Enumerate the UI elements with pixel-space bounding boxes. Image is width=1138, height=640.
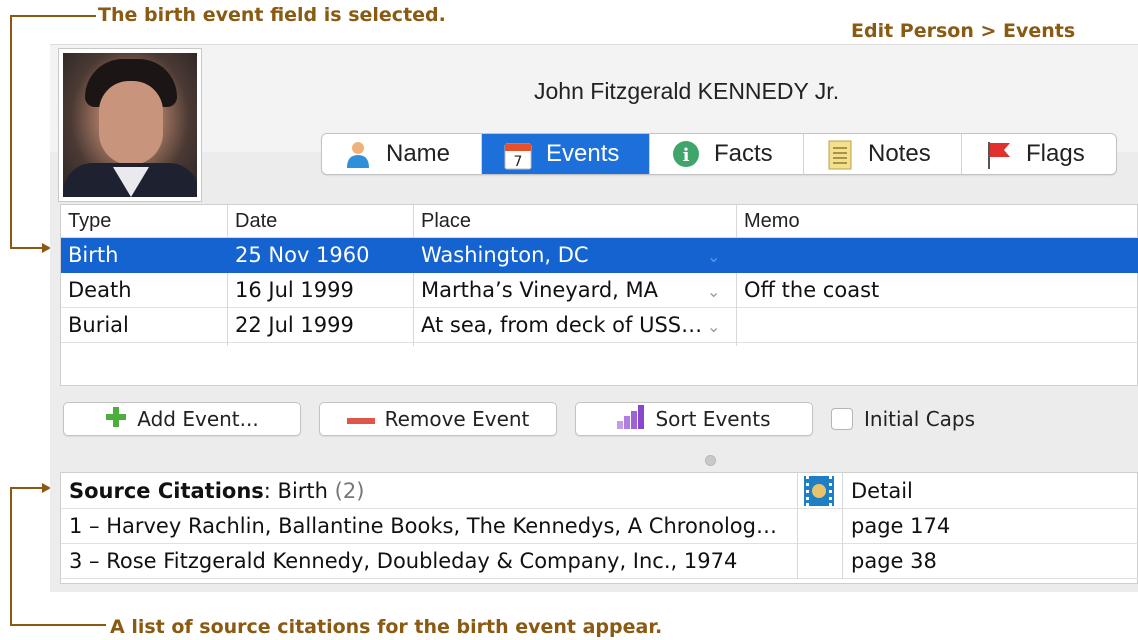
portrait-image	[63, 53, 197, 197]
person-photo[interactable]	[58, 48, 202, 202]
remove-event-label: Remove Event	[384, 407, 530, 431]
flag-icon	[984, 140, 1012, 169]
citations-count: (2)	[334, 479, 365, 503]
calendar-icon: 7	[504, 140, 532, 170]
citations-header: Source Citations: Birth (2) Detail	[61, 473, 1138, 509]
event-place[interactable]: Washington, DC	[414, 238, 704, 273]
event-memo[interactable]: Off the coast	[737, 273, 1138, 308]
tab-facts[interactable]: i Facts	[650, 134, 804, 174]
citation-detail[interactable]: page 174	[843, 508, 1138, 544]
annotation-leader	[10, 624, 106, 626]
tab-events-label: Events	[546, 140, 620, 167]
svg-text:i: i	[683, 145, 690, 166]
event-date[interactable]: 25 Nov 1960	[228, 238, 414, 273]
add-event-label: Add Event...	[137, 407, 259, 431]
notes-icon	[826, 140, 854, 170]
tab-bar: Name 7 Events i Facts Notes Flags	[321, 133, 1117, 175]
citation-row[interactable]: 1 – Harvey Rachlin, Ballantine Books, Th…	[61, 508, 1138, 544]
remove-event-button[interactable]: Remove Event	[319, 402, 557, 436]
citation-text: 1 – Harvey Rachlin, Ballantine Books, Th…	[69, 514, 777, 538]
event-memo[interactable]	[737, 238, 1138, 273]
citation-row[interactable]: 3 – Rose Fitzgerald Kennedy, Doubleday &…	[61, 543, 1138, 579]
annotation-leader	[10, 487, 12, 625]
chevron-down-icon[interactable]: ⌄	[707, 317, 720, 336]
event-memo[interactable]	[737, 308, 1138, 343]
tab-flags[interactable]: Flags	[962, 134, 1116, 174]
tab-notes-label: Notes	[868, 140, 931, 167]
annotation-top: The birth event field is selected.	[98, 4, 446, 26]
citation-detail[interactable]: page 38	[843, 543, 1138, 579]
column-divider	[736, 273, 737, 346]
column-header-memo[interactable]: Memo	[737, 205, 1138, 238]
event-date[interactable]: 16 Jul 1999	[228, 273, 414, 308]
citations-title-bold: Source Citations	[69, 479, 264, 503]
event-place[interactable]: Martha’s Vineyard, MA	[414, 273, 704, 308]
annotation-leader	[10, 15, 96, 17]
event-type: Death	[68, 278, 132, 302]
event-row-birth[interactable]: Birth 25 Nov 1960 Washington, DC ⌄	[61, 238, 1138, 273]
event-place[interactable]: At sea, from deck of USS…	[414, 308, 704, 343]
annotation-leader	[10, 487, 44, 489]
column-header-type[interactable]: Type	[61, 205, 228, 238]
annotation-leader	[10, 15, 12, 248]
media-icon[interactable]	[804, 476, 834, 506]
column-divider	[842, 473, 843, 579]
info-icon: i	[672, 140, 700, 168]
annotation-breadcrumb: Edit Person > Events	[851, 20, 1076, 42]
citation-text: 3 – Rose Fitzgerald Kennedy, Doubleday &…	[69, 549, 738, 573]
citations-title: Source Citations: Birth (2)	[61, 473, 798, 509]
person-icon	[344, 140, 372, 168]
tab-facts-label: Facts	[714, 140, 773, 167]
tab-flags-label: Flags	[1026, 140, 1085, 167]
initial-caps-label[interactable]: Initial Caps	[864, 407, 975, 431]
event-date[interactable]: 22 Jul 1999	[228, 308, 414, 343]
sort-events-label: Sort Events	[655, 407, 771, 431]
column-header-place[interactable]: Place	[414, 205, 737, 238]
column-divider	[413, 273, 414, 346]
split-view-handle[interactable]	[705, 455, 716, 466]
source-citations-table: Source Citations: Birth (2) Detail 1 – H…	[60, 472, 1138, 584]
sort-events-button[interactable]: Sort Events	[575, 402, 813, 436]
column-divider	[797, 473, 798, 579]
column-divider	[227, 273, 228, 346]
svg-text:7: 7	[514, 154, 523, 170]
event-row-death[interactable]: Death 16 Jul 1999 Martha’s Vineyard, MA …	[61, 273, 1138, 308]
tab-name[interactable]: Name	[322, 134, 482, 174]
events-table: Type Date Place Memo Birth 25 Nov 1960 W…	[60, 204, 1138, 386]
citations-title-event: : Birth	[263, 479, 328, 503]
add-event-button[interactable]: Add Event...	[63, 402, 301, 436]
annotation-bottom: A list of source citations for the birth…	[110, 616, 663, 638]
sort-icon	[617, 404, 645, 434]
event-type: Burial	[68, 313, 129, 337]
event-type: Birth	[68, 243, 119, 267]
tab-events[interactable]: 7 Events	[482, 134, 650, 174]
tab-name-label: Name	[386, 140, 451, 167]
person-name: John Fitzgerald KENNEDY Jr.	[534, 78, 840, 104]
tab-notes[interactable]: Notes	[804, 134, 962, 174]
column-header-detail[interactable]: Detail	[843, 473, 1138, 509]
minus-icon	[346, 407, 375, 431]
plus-icon	[105, 406, 127, 433]
chevron-down-icon[interactable]: ⌄	[707, 282, 720, 301]
column-header-date[interactable]: Date	[228, 205, 414, 238]
annotation-leader	[10, 247, 44, 249]
event-row-burial[interactable]: Burial 22 Jul 1999 At sea, from deck of …	[61, 308, 1138, 343]
chevron-down-icon[interactable]: ⌄	[707, 247, 720, 266]
initial-caps-checkbox[interactable]	[831, 408, 853, 430]
